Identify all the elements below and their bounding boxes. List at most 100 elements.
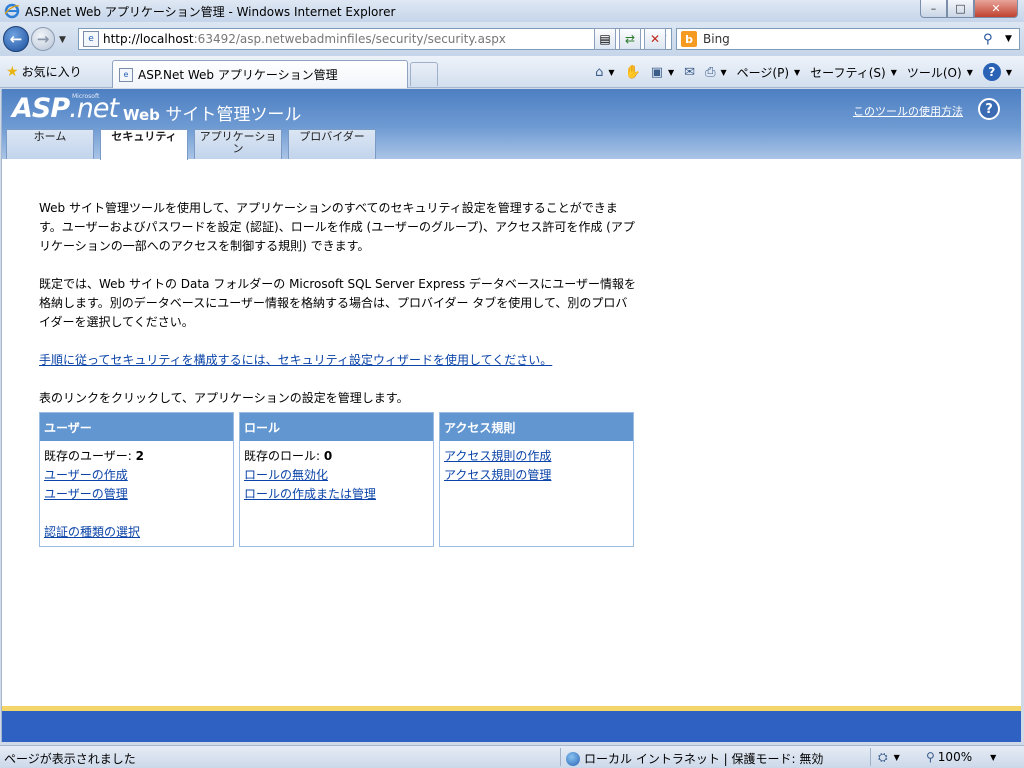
roles-header: ロール [240, 413, 433, 441]
tools-menu[interactable]: ツール(O) ▼ [907, 64, 973, 81]
address-url-host: http://localhost [103, 32, 194, 46]
shield-icon: ⛭ [878, 750, 888, 764]
management-table: ユーザー 既存のユーザー: 2 ユーザーの作成 ユーザーの管理 認証の種類の選択… [39, 412, 639, 547]
security-zone[interactable]: ローカル イントラネット | 保護モード: 無効 [566, 750, 823, 767]
site-title: Web サイト管理ツール [123, 100, 301, 125]
arrow-left-icon: ← [9, 30, 23, 48]
minimize-button[interactable]: – [920, 0, 947, 18]
existing-users: 既存のユーザー: 2 [44, 447, 229, 466]
existing-roles-label: 既存のロール: [244, 449, 324, 463]
security-wizard-link[interactable]: 手順に従ってセキュリティを構成するには、セキュリティ設定ウィザードを使用してくだ… [39, 353, 552, 367]
address-url[interactable]: http://localhost:63492/asp.netwebadminfi… [103, 32, 655, 46]
search-provider-label: Bing [703, 32, 730, 46]
access-rules-header: アクセス規則 [440, 413, 633, 441]
stop-icon: ✕ [649, 32, 661, 46]
select-auth-type-link[interactable]: 認証の種類の選択 [44, 523, 229, 542]
users-header: ユーザー [40, 413, 233, 441]
users-column: ユーザー 既存のユーザー: 2 ユーザーの作成 ユーザーの管理 認証の種類の選択 [39, 412, 234, 547]
mail-button[interactable]: ✉ [684, 65, 695, 80]
print-button[interactable]: ⎙ ▼ [705, 65, 727, 80]
disable-roles-link[interactable]: ロールの無効化 [244, 466, 429, 485]
security-content: Web サイト管理ツールを使用して、アプリケーションのすべてのセキュリティ設定を… [39, 199, 639, 427]
zoom-icon: ⚲ [926, 750, 935, 764]
tab-security[interactable]: セキュリティ [100, 129, 188, 160]
ie-logo-icon [4, 3, 20, 19]
status-bar: ページが表示されました ローカル イントラネット | 保護モード: 無効 ⛭ ▼ … [0, 745, 1024, 768]
admin-tabs: ホーム セキュリティ アプリケーション プロバイダー [6, 129, 382, 160]
feeds-button[interactable]: ▣ ▼ [651, 65, 674, 80]
arrow-right-icon: → [36, 30, 50, 48]
refresh-icon: ⇄ [624, 32, 636, 46]
existing-roles-count: 0 [323, 449, 333, 463]
search-icon[interactable]: ⚲ [983, 32, 1005, 47]
home-button[interactable]: ⌂ ▼ [595, 65, 614, 80]
compatibility-view-button[interactable]: ▤ [594, 28, 616, 50]
zoom-control[interactable]: ⚲ 100% ▼ [926, 750, 996, 764]
address-bar[interactable]: e http://localhost:63492/asp.netwebadmin… [78, 28, 672, 50]
new-tab-button[interactable] [410, 62, 438, 86]
favorites-label: お気に入り [21, 65, 82, 79]
hand-button[interactable]: ✋ [625, 65, 641, 80]
create-user-link[interactable]: ユーザーの作成 [44, 466, 229, 485]
search-box[interactable]: b Bing ⚲ ▼ [676, 28, 1020, 50]
home-icon: ⌂ [595, 64, 604, 80]
chevron-down-icon: ▼ [893, 753, 900, 762]
manage-users-link[interactable]: ユーザーの管理 [44, 485, 229, 504]
chevron-down-icon: ▼ [1005, 67, 1012, 77]
browser-tab-active[interactable]: e ASP.Net Web アプリケーション管理 [112, 60, 408, 88]
aspnet-logo: ASP.net Microsoft [12, 93, 119, 124]
maximize-button[interactable]: □ [947, 0, 974, 18]
chevron-down-icon: ▼ [890, 67, 897, 77]
search-options-dropdown[interactable]: ▼ [1005, 34, 1019, 44]
star-icon: ★ [6, 63, 19, 80]
tab-provider[interactable]: プロバイダー [288, 129, 376, 159]
zoom-level: 100% [937, 750, 973, 764]
recent-pages-dropdown[interactable]: ▼ [59, 35, 66, 45]
hand-icon: ✋ [624, 64, 641, 80]
help-link[interactable]: このツールの使用方法 [853, 103, 963, 119]
favorites-button[interactable]: ★ お気に入り [6, 63, 82, 80]
manage-access-rules-link[interactable]: アクセス規則の管理 [444, 466, 629, 485]
chevron-down-icon[interactable]: ▼ [668, 68, 674, 77]
page-menu-label: ページ(P) [736, 65, 790, 80]
existing-users-count: 2 [135, 449, 144, 463]
chevron-down-icon: ▼ [966, 67, 973, 77]
chevron-down-icon[interactable]: ▼ [608, 68, 614, 77]
safety-menu[interactable]: セーフティ(S) ▼ [810, 64, 897, 81]
logo-asp: ASP [12, 93, 70, 124]
intro-paragraph: Web サイト管理ツールを使用して、アプリケーションのすべてのセキュリティ設定を… [39, 201, 635, 253]
security-zone-label: ローカル イントラネット | 保護モード: 無効 [584, 752, 824, 766]
forward-button[interactable]: → [31, 27, 55, 51]
page-icon: e [83, 31, 99, 47]
close-button[interactable]: ✕ [974, 0, 1018, 18]
roles-column: ロール 既存のロール: 0 ロールの無効化 ロールの作成または管理 [239, 412, 434, 547]
help-question-icon[interactable]: ? [978, 98, 1000, 120]
help-icon: ? [982, 63, 1001, 81]
window-titlebar[interactable]: ASP.Net Web アプリケーション管理 - Windows Interne… [0, 0, 1024, 22]
chevron-down-icon: ▼ [794, 67, 801, 77]
bing-icon: b [681, 31, 697, 47]
site-title-web: Web [123, 106, 160, 124]
help-menu[interactable]: ? ▼ [982, 63, 1012, 81]
chevron-down-icon[interactable]: ▼ [720, 68, 726, 77]
access-rules-column: アクセス規則 アクセス規則の作成 アクセス規則の管理 [439, 412, 634, 547]
back-button[interactable]: ← [3, 26, 29, 52]
site-header: ASP.net Microsoft Web サイト管理ツール このツールの使用方… [2, 89, 1021, 160]
rss-icon: ▣ [650, 64, 664, 80]
create-manage-roles-link[interactable]: ロールの作成または管理 [244, 485, 429, 504]
create-access-rule-link[interactable]: アクセス規則の作成 [444, 447, 629, 466]
window-title: ASP.Net Web アプリケーション管理 - Windows Interne… [25, 4, 396, 19]
protected-mode-button[interactable]: ⛭ ▼ [878, 750, 900, 765]
logo-microsoft: Microsoft [72, 93, 100, 100]
status-divider [870, 748, 871, 766]
command-bar: ★ お気に入り e ASP.Net Web アプリケーション管理 ⌂ ▼ ✋ ▣ ▼… [0, 56, 1024, 88]
tab-home[interactable]: ホーム [6, 129, 94, 159]
status-divider [560, 748, 561, 766]
refresh-button[interactable]: ⇄ [619, 28, 641, 50]
page-viewport: ASP.net Microsoft Web サイト管理ツール このツールの使用方… [1, 89, 1021, 742]
page-menu[interactable]: ページ(P) ▼ [737, 64, 801, 81]
stop-button[interactable]: ✕ [644, 28, 666, 50]
footer-bar [2, 711, 1021, 742]
tools-menu-label: ツール(O) [906, 65, 962, 80]
tab-application[interactable]: アプリケーション [194, 129, 282, 159]
